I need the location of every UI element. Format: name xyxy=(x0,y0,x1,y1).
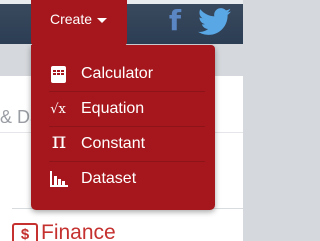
caret-down-icon xyxy=(97,17,108,23)
facebook-icon[interactable]: f xyxy=(165,4,185,38)
finance-card-title[interactable]: Finance xyxy=(41,221,116,241)
menu-item-label: Constant xyxy=(81,135,146,152)
pi-icon: π xyxy=(51,129,67,154)
create-label: Create xyxy=(50,11,93,27)
calculator-icon xyxy=(51,66,66,83)
dollar-sign-icon: $ xyxy=(12,223,38,241)
square-root-icon: √x xyxy=(50,102,66,117)
twitter-icon[interactable] xyxy=(198,8,232,36)
menu-item-label: Calculator xyxy=(81,65,154,82)
menu-item-equation[interactable]: √x Equation xyxy=(49,92,205,127)
menu-item-dataset[interactable]: Dataset xyxy=(49,162,205,197)
menu-item-label: Dataset xyxy=(81,170,137,187)
menu-item-calculator[interactable]: Calculator xyxy=(49,57,205,92)
bar-chart-icon xyxy=(50,171,68,187)
create-menu-button[interactable]: Create xyxy=(31,0,127,46)
finance-card[interactable]: $ Finance xyxy=(12,208,243,241)
create-dropdown-menu: Calculator √x Equation π Constant Datase… xyxy=(31,45,215,210)
menu-item-constant[interactable]: π Constant xyxy=(49,127,205,162)
menu-item-label: Equation xyxy=(81,100,145,117)
